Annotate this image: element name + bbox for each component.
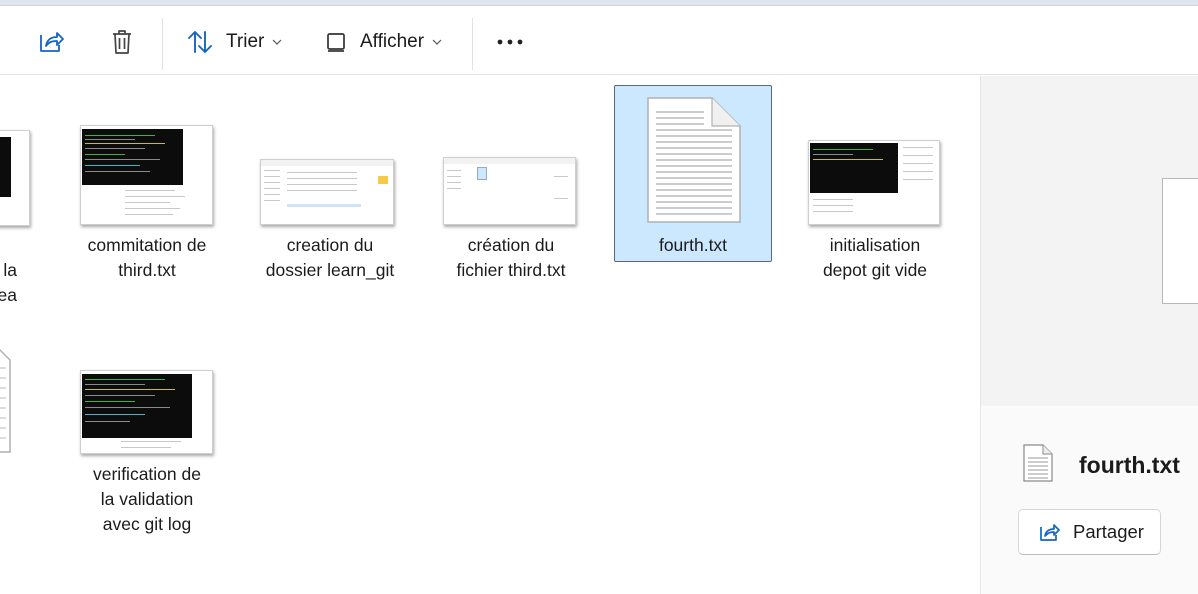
share-button[interactable]: Partager [1018, 509, 1161, 555]
share-icon [1040, 524, 1060, 541]
file-item[interactable]: commitation de third.txt [69, 76, 225, 286]
sort-label: Trier [226, 31, 265, 52]
file-thumbnail [443, 157, 576, 225]
file-name-line: avec git log [102, 514, 192, 534]
file-thumbnail [80, 125, 213, 225]
more-options-button[interactable] [494, 22, 526, 62]
text-document-icon [1023, 444, 1053, 482]
file-item[interactable]: creation du dossier learn_git [252, 76, 408, 286]
file-name-line: dossier learn_git [265, 260, 395, 280]
file-name-line: third.txt [118, 260, 176, 280]
file-name-line: fichier third.txt [456, 260, 566, 280]
share-icon [40, 32, 64, 52]
file-thumbnail [260, 159, 394, 225]
share-label: Partager [1073, 521, 1144, 542]
sort-arrows-icon [188, 31, 212, 53]
file-thumbnail [808, 140, 940, 225]
file-name-line: initialisation [829, 235, 921, 255]
more-dots-icon [497, 39, 523, 45]
chevron-down-icon [432, 39, 442, 45]
file-name-line: creation du [286, 235, 374, 255]
file-item-selected[interactable]: fourth.txt [614, 85, 772, 262]
view-button[interactable]: Afficher [324, 22, 442, 62]
command-bar: Trier Afficher [0, 6, 1198, 75]
details-file-name: fourth.txt [1079, 452, 1180, 478]
text-document-icon [647, 97, 741, 223]
file-name-line: la [3, 260, 17, 280]
file-name-line: la validation [100, 489, 194, 509]
file-thumbnail [0, 130, 30, 226]
delete-button[interactable] [106, 22, 138, 62]
file-name-line: verification de [93, 464, 201, 484]
file-name-line: création du [467, 235, 555, 255]
trash-icon [113, 30, 131, 54]
file-name: fourth.txt [658, 235, 728, 255]
toolbar-separator [162, 18, 163, 70]
file-item[interactable]: la ea [0, 76, 78, 316]
sort-button[interactable]: Trier [186, 22, 282, 62]
toolbar-separator [472, 18, 473, 70]
file-item[interactable]: verification de la validation avec git l… [69, 316, 225, 556]
layout-view-icon [327, 33, 345, 52]
preview-document [1162, 178, 1198, 304]
chevron-down-icon [272, 39, 282, 45]
text-document-icon [0, 348, 11, 453]
file-name-line: ea [0, 285, 17, 305]
file-name-line: commitation de [87, 235, 207, 255]
file-name-line: depot git vide [822, 260, 928, 280]
file-grid: la ea commitation de third.txt creation … [0, 76, 980, 594]
file-item[interactable]: initialisation depot git vide [797, 76, 953, 286]
details-pane: fourth.txt Partager [980, 76, 1198, 594]
file-item[interactable]: création du fichier third.txt [433, 76, 589, 286]
file-thumbnail [80, 370, 213, 454]
preview-area [981, 76, 1198, 406]
share-button[interactable] [34, 22, 66, 62]
view-label: Afficher [360, 31, 425, 52]
